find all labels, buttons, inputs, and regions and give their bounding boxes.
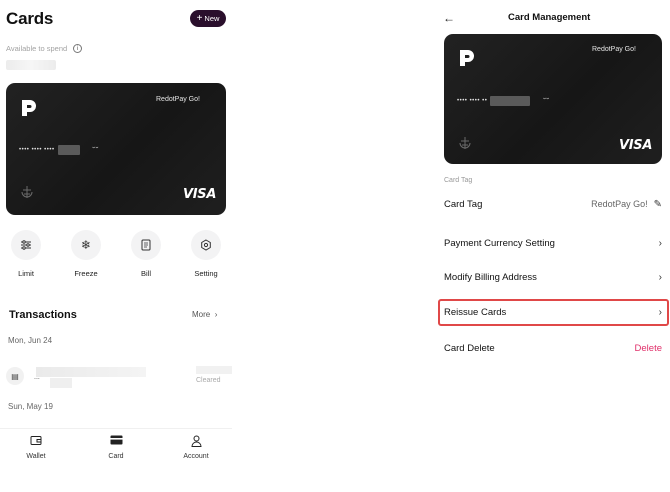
nav-wallet[interactable]: Wallet (11, 435, 61, 460)
person-icon (171, 435, 221, 449)
snowflake-icon: ❄ (71, 230, 101, 260)
nav-card[interactable]: Card (91, 435, 141, 460)
available-label: Available to spend (6, 44, 68, 53)
transaction-status: Cleared (196, 377, 221, 384)
transactions-title: Transactions (9, 309, 77, 321)
cards-screen: Cards + New Available to spend i RedotPa… (0, 0, 232, 492)
payment-currency-row[interactable]: Payment Currency Setting › (444, 233, 662, 253)
setting-action[interactable]: Setting (186, 230, 226, 278)
card-number-masked (57, 145, 80, 155)
freeze-label: Freeze (74, 269, 98, 278)
visa-logo: VISA (183, 187, 217, 202)
card-icon (91, 435, 141, 449)
bottom-nav: Wallet Card Account (0, 428, 232, 464)
chevron-right-icon: › (658, 271, 662, 283)
billing-address-label: Modify Billing Address (444, 271, 537, 283)
balance-hidden (6, 60, 56, 70)
merchant-prefix: ... (34, 374, 40, 381)
redotpay-logo-icon (460, 50, 474, 66)
bill-action[interactable]: Bill (126, 230, 166, 278)
sliders-icon (11, 230, 41, 260)
merchant-hidden (36, 367, 146, 377)
limit-label: Limit (18, 269, 34, 278)
transaction-date-header: Sun, May 19 (8, 402, 53, 411)
eye-closed-icon[interactable]: ˘˘ (543, 97, 549, 106)
card-brand-name: RedotPay Go! (156, 96, 200, 103)
card-brand-name: RedotPay Go! (592, 46, 636, 53)
new-card-button[interactable]: + New (190, 10, 226, 27)
nav-account-label: Account (183, 453, 209, 460)
gear-icon (191, 230, 221, 260)
chevron-right-icon: › (658, 237, 662, 249)
delete-button[interactable]: Delete (635, 343, 662, 354)
card-tag-row[interactable]: Card Tag RedotPay Go! ✎ (444, 194, 662, 214)
wallet-icon (11, 435, 61, 449)
nav-account[interactable]: Account (171, 435, 221, 460)
limit-action[interactable]: Limit (6, 230, 46, 278)
card-number-prefix: •••• •••• •• (457, 98, 488, 104)
card-visual: RedotPay Go! •••• •••• •• ˘˘ VISA (444, 34, 662, 164)
card-visual[interactable]: RedotPay Go! •••• •••• •••• ˘˘ VISA (6, 83, 226, 215)
page-title: Card Management (508, 12, 591, 23)
redotpay-logo-icon (22, 100, 36, 116)
more-label: More (192, 310, 211, 319)
payment-currency-label: Payment Currency Setting (444, 237, 555, 249)
card-tag-value: RedotPay Go! (591, 199, 648, 209)
eye-closed-icon[interactable]: ˘˘ (93, 146, 99, 155)
bill-label: Bill (140, 269, 151, 278)
contactless-chip-icon (21, 186, 33, 198)
billing-address-row[interactable]: Modify Billing Address › (444, 267, 662, 287)
setting-label: Setting (194, 269, 218, 278)
transaction-row[interactable]: ▤ ... Cleared (6, 364, 232, 388)
card-delete-label: Card Delete (444, 342, 495, 354)
card-number-masked (490, 96, 531, 106)
visa-logo: VISA (619, 138, 653, 153)
nav-wallet-label: Wallet (26, 453, 46, 460)
transaction-date-header: Mon, Jun 24 (8, 336, 53, 345)
card-tag-label: Card Tag (444, 198, 483, 210)
new-card-label: New (204, 14, 220, 23)
chevron-right-icon: › (212, 310, 218, 319)
freeze-action[interactable]: ❄ Freeze (66, 230, 106, 278)
highlight-box (438, 299, 669, 326)
card-receipt-icon: ▤ (6, 367, 24, 385)
contactless-chip-icon (459, 137, 471, 149)
back-arrow-icon[interactable]: ← (443, 11, 455, 25)
card-actions: Limit ❄ Freeze Bill Setting (0, 230, 232, 282)
page-title: Cards (6, 9, 54, 28)
card-delete-row: Card Delete Delete (444, 338, 662, 358)
merchant-hidden-2 (50, 378, 72, 388)
card-tag-section-label: Card Tag (444, 177, 473, 184)
document-icon (131, 230, 161, 260)
transactions-more-link[interactable]: More › (192, 310, 217, 319)
available-to-spend: Available to spend i (6, 44, 83, 53)
card-number: •••• •••• •••• ˘˘ (19, 145, 99, 155)
info-icon[interactable]: i (73, 44, 83, 53)
plus-icon: + (196, 12, 203, 24)
pencil-edit-icon[interactable]: ✎ (654, 199, 662, 210)
nav-card-label: Card (108, 453, 124, 460)
card-number: •••• •••• •• ˘˘ (457, 96, 550, 106)
amount-hidden (196, 366, 232, 374)
card-number-prefix: •••• •••• •••• (19, 147, 55, 153)
